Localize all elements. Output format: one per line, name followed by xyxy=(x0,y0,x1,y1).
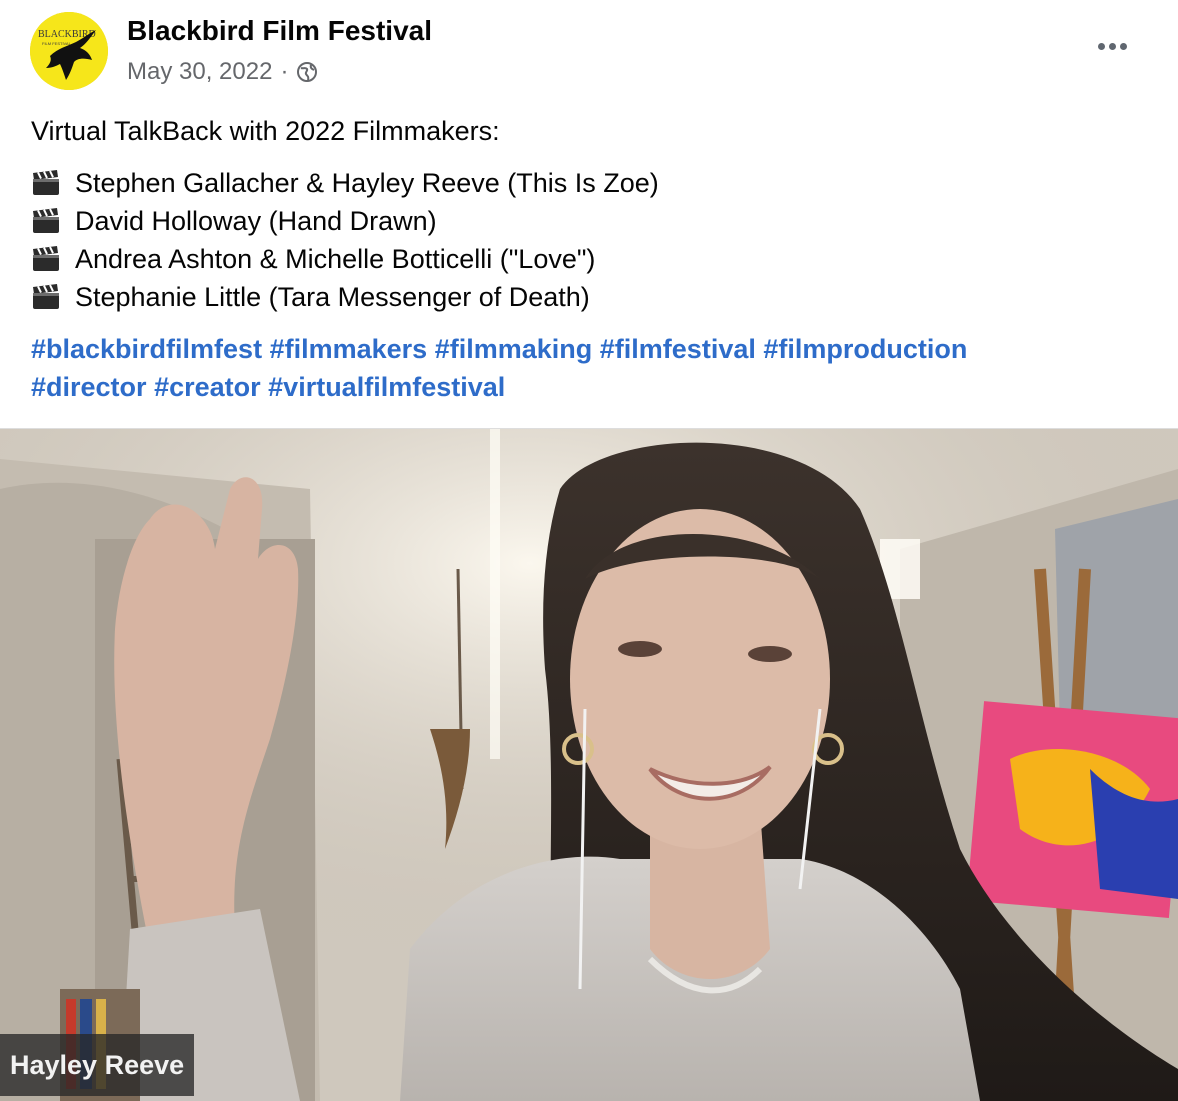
post-header: BLACKBIRD FILM FESTIVAL Blackbird Film F… xyxy=(0,0,1178,110)
post-intro: Virtual TalkBack with 2022 Filmmakers: xyxy=(31,116,500,146)
video-still-image xyxy=(0,429,1178,1101)
more-dot-icon xyxy=(1119,42,1127,50)
meta-separator: · xyxy=(280,58,289,85)
logo-subtext: FILM FESTIVAL xyxy=(42,41,72,46)
clapper-board-icon xyxy=(33,284,59,309)
film-list-item: Andrea Ashton & Michelle Botticelli ("Lo… xyxy=(31,240,1151,278)
hashtag-link[interactable]: #filmfestival xyxy=(600,334,756,364)
page-avatar[interactable]: BLACKBIRD FILM FESTIVAL xyxy=(30,12,108,90)
film-credit: Andrea Ashton & Michelle Botticelli ("Lo… xyxy=(75,244,596,274)
clapper-board-icon xyxy=(33,246,59,271)
hashtag-link[interactable]: #filmmaking xyxy=(435,334,593,364)
clapper-board-icon xyxy=(33,208,59,233)
film-list-item: David Holloway (Hand Drawn) xyxy=(31,202,1151,240)
film-list-item: Stephanie Little (Tara Messenger of Deat… xyxy=(31,278,1151,316)
post-meta: May 30, 2022 · xyxy=(127,57,318,87)
film-list-item: Stephen Gallacher & Hayley Reeve (This I… xyxy=(31,164,1151,202)
film-credit: David Holloway (Hand Drawn) xyxy=(75,206,437,236)
post-date-link[interactable]: May 30, 2022 xyxy=(127,58,272,86)
blackbird-logo-icon: BLACKBIRD FILM FESTIVAL xyxy=(30,12,108,90)
more-options-button[interactable] xyxy=(1090,28,1134,64)
hashtag-link[interactable]: #director xyxy=(31,372,147,402)
more-dot-icon xyxy=(1108,42,1116,50)
hashtag-list: #blackbirdfilmfest #filmmakers #filmmaki… xyxy=(31,330,1131,406)
film-credit: Stephanie Little (Tara Messenger of Deat… xyxy=(75,282,590,312)
film-list: Stephen Gallacher & Hayley Reeve (This I… xyxy=(31,164,1151,316)
hashtag-link[interactable]: #blackbirdfilmfest xyxy=(31,334,262,364)
film-credit: Stephen Gallacher & Hayley Reeve (This I… xyxy=(75,168,659,198)
globe-icon[interactable] xyxy=(296,61,318,83)
video-frame[interactable]: Hayley Reeve xyxy=(0,428,1178,1101)
clapper-board-icon xyxy=(33,170,59,195)
more-dot-icon xyxy=(1097,42,1105,50)
hashtag-link[interactable]: #creator xyxy=(154,372,261,402)
hashtag-link[interactable]: #virtualfilmfestival xyxy=(268,372,505,402)
hashtag-link[interactable]: #filmmakers xyxy=(270,334,428,364)
participant-name-label: Hayley Reeve xyxy=(0,1034,195,1096)
post-message: Virtual TalkBack with 2022 Filmmakers: S… xyxy=(31,112,1151,406)
page-name-link[interactable]: Blackbird Film Festival xyxy=(127,15,432,47)
hashtag-link[interactable]: #filmproduction xyxy=(763,334,967,364)
